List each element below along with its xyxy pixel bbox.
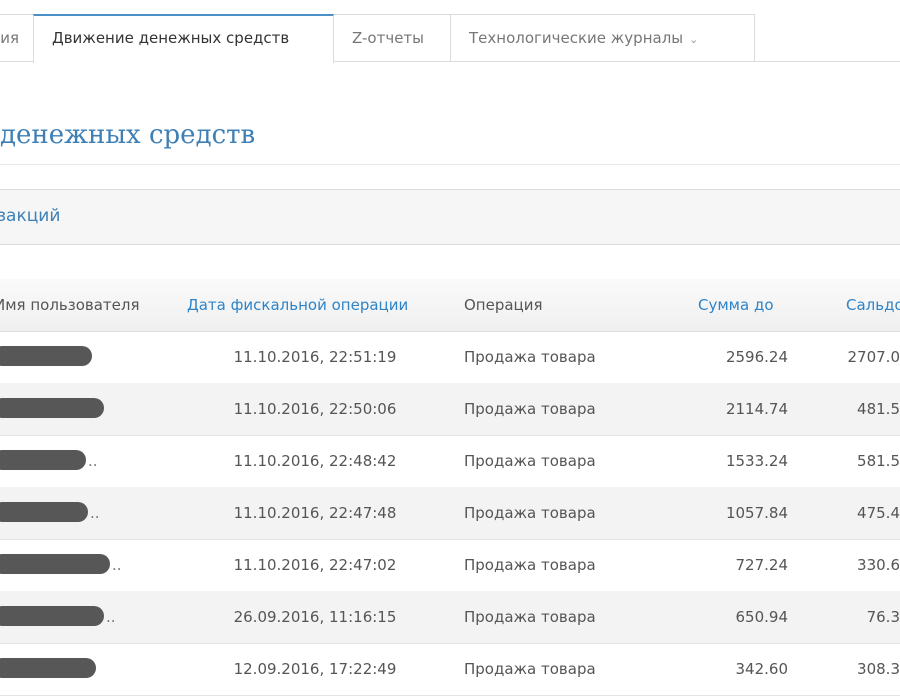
- redacted-user-name: [0, 502, 88, 522]
- fiscal-date-cell: 11.10.2016, 22:48:42: [233, 452, 397, 470]
- table-row[interactable]: 12.09.2016, 17:22:49 Продажа товара 342.60…: [0, 643, 900, 696]
- operation-cell: Продажа товара: [464, 608, 596, 626]
- redacted-user-name: [0, 606, 104, 626]
- balance-cell: 581.5: [857, 452, 900, 470]
- user-name-ellipsis: ..: [90, 504, 100, 522]
- fiscal-date-cell: 26.09.2016, 11:16:15: [233, 608, 397, 626]
- panel-title[interactable]: закций: [0, 206, 60, 226]
- fiscal-date-cell: 12.09.2016, 17:22:49: [233, 660, 397, 678]
- user-name-cell: ..: [0, 539, 160, 591]
- balance-cell: 475.4: [857, 504, 900, 522]
- table-header: Имя пользователя Дата фискальной операци…: [0, 279, 900, 332]
- fiscal-date-cell: 11.10.2016, 22:51:19: [233, 348, 397, 366]
- tab-cash-flow[interactable]: Движение денежных средств: [33, 14, 334, 63]
- column-header-fiscal-date[interactable]: Дата фискальной операции: [187, 279, 408, 331]
- tab-tech-journals[interactable]: Технологические журналы ⌄: [450, 14, 755, 61]
- table-row[interactable]: .. 11.10.2016, 22:47:48 Продажа товара 1057…: [0, 487, 900, 540]
- fiscal-date-cell: 11.10.2016, 22:50:06: [233, 400, 397, 418]
- operation-cell: Продажа товара: [464, 452, 596, 470]
- redacted-user-name: [0, 346, 92, 366]
- balance-cell: 308.3: [857, 660, 900, 678]
- table-row[interactable]: .. 26.09.2016, 11:16:15 Продажа товара 650.…: [0, 591, 900, 644]
- balance-cell: 481.5: [857, 400, 900, 418]
- user-name-cell: ..: [0, 435, 160, 487]
- user-name-cell: [0, 383, 160, 435]
- user-name-cell: [0, 643, 160, 695]
- table-row[interactable]: 11.10.2016, 22:50:06 Продажа товара 2114.7…: [0, 383, 900, 436]
- sum-before-cell: 1533.24: [725, 452, 788, 470]
- redacted-user-name: [0, 658, 96, 678]
- panel-header: закций: [0, 189, 900, 245]
- balance-cell: 2707.0: [847, 348, 900, 366]
- user-name-ellipsis: ..: [112, 556, 122, 574]
- column-header-operation: Операция: [464, 296, 543, 314]
- redacted-user-name: [0, 554, 110, 574]
- redacted-user-name: [0, 450, 86, 470]
- table-row[interactable]: 11.10.2016, 22:51:19 Продажа товара 2596.2…: [0, 331, 900, 384]
- title-divider: [0, 164, 900, 165]
- column-header-sum-before[interactable]: Сумма до: [698, 279, 774, 331]
- user-name-ellipsis: ..: [106, 608, 116, 626]
- user-name-cell: [0, 331, 160, 383]
- fiscal-date-cell: 11.10.2016, 22:47:02: [233, 556, 397, 574]
- table-row[interactable]: .. 11.10.2016, 22:48:42 Продажа товара 1533…: [0, 435, 900, 488]
- tab-previous[interactable]: ия: [0, 14, 34, 61]
- user-name-ellipsis: ..: [88, 452, 98, 470]
- sum-before-cell: 727.24: [735, 556, 789, 574]
- fiscal-date-cell: 11.10.2016, 22:47:48: [233, 504, 397, 522]
- tab-tech-journals-label: Технологические журналы: [469, 29, 684, 47]
- user-name-cell: ..: [0, 487, 160, 539]
- operation-cell: Продажа товара: [464, 400, 596, 418]
- column-header-user: Имя пользователя: [0, 296, 140, 314]
- column-header-balance[interactable]: Сальдо: [846, 279, 900, 331]
- sum-before-cell: 342.60: [735, 660, 789, 678]
- table-row[interactable]: .. 11.10.2016, 22:47:02 Продажа товара 727.…: [0, 539, 900, 592]
- redacted-user-name: [0, 398, 104, 418]
- operation-cell: Продажа товара: [464, 348, 596, 366]
- sum-before-cell: 2596.24: [725, 348, 788, 366]
- user-name-cell: ..: [0, 591, 160, 643]
- chevron-down-icon: ⌄: [689, 33, 699, 46]
- operation-cell: Продажа товара: [464, 660, 596, 678]
- operation-cell: Продажа товара: [464, 556, 596, 574]
- page-title: денежных средств: [0, 120, 256, 150]
- sum-before-cell: 650.94: [735, 608, 789, 626]
- tab-bar: ия Движение денежных средств Z-отчеты Те…: [0, 0, 900, 63]
- balance-cell: 76.3: [866, 608, 900, 626]
- balance-cell: 330.6: [857, 556, 900, 574]
- operation-cell: Продажа товара: [464, 504, 596, 522]
- sum-before-cell: 1057.84: [725, 504, 788, 522]
- sum-before-cell: 2114.74: [725, 400, 788, 418]
- tab-z-reports[interactable]: Z-отчеты: [333, 14, 451, 61]
